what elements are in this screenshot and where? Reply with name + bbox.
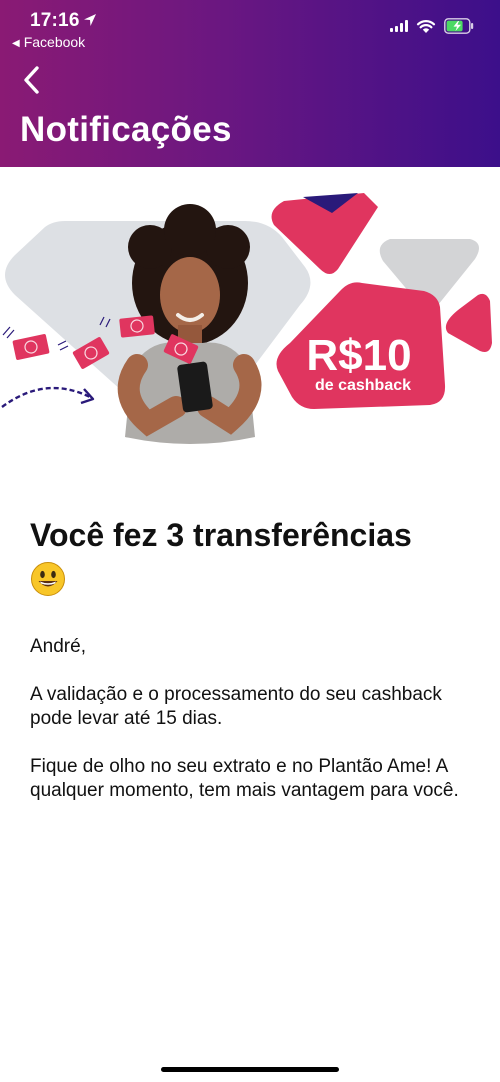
promo-banner: R$10 de cashback [0,175,500,465]
status-bar: 17:16 ◀ Facebook [0,0,500,54]
cashback-amount: R$10 [306,331,411,380]
notification-headline: Você fez 3 transferências [30,517,412,553]
battery-charging-icon [444,18,474,34]
back-to-app-link[interactable]: ◀ Facebook [12,34,85,50]
location-arrow-icon [84,14,96,26]
app-header: 17:16 ◀ Facebook Notificações [0,0,500,167]
status-indicators [390,18,474,34]
promo-banner-illustration: R$10 de cashback [1,193,492,444]
notification-body: Você fez 3 transferências André, A valid… [30,515,475,803]
paragraph-plantao: Fique de olho no seu extrato e no Plantã… [30,756,459,801]
back-button[interactable] [20,64,44,96]
cashback-caption: de cashback [315,377,411,394]
paragraph-validation: A validação e o processamento do seu cas… [30,684,442,729]
back-triangle-icon: ◀ [12,38,20,49]
page-title: Notificações [20,110,232,149]
wifi-icon [416,19,436,33]
cellular-signal-icon [390,20,408,32]
status-time: 17:16 [30,10,80,31]
greeting-text: André, [30,636,86,657]
smiling-face-icon [31,562,65,596]
back-to-app-label: Facebook [23,34,86,50]
home-indicator[interactable] [161,1067,339,1072]
